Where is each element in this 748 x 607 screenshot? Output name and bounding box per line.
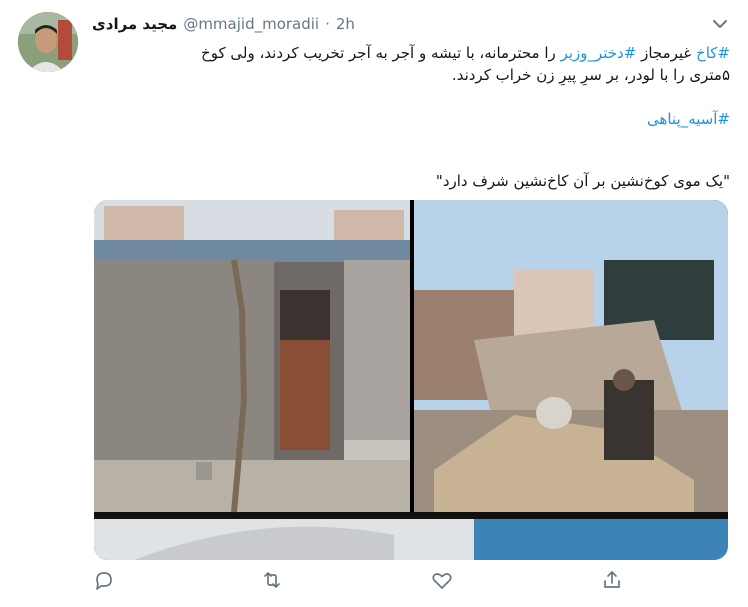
author-handle[interactable]: @mmajid_moradii — [183, 15, 319, 33]
reply-icon[interactable] — [92, 568, 116, 592]
photo-right[interactable] — [414, 200, 728, 512]
photo-left[interactable] — [94, 200, 410, 513]
retweet-icon[interactable] — [260, 568, 284, 592]
media-collage — [94, 200, 728, 560]
author-name[interactable]: مجید مرادی — [92, 15, 177, 33]
tweet-text-segment: را محترمانه، با تیشه و آجر به آجر تخریب … — [201, 44, 561, 62]
tweet-card[interactable]: مجید مرادی @mmajid_moradii · 2h #کاخ غیر… — [0, 0, 748, 607]
avatar[interactable] — [18, 12, 78, 72]
tweet-actions — [0, 568, 748, 596]
tweet-text-line-1: #کاخ غیرمجاز #دختر_وزیر را محترمانه، با … — [100, 42, 730, 64]
chevron-down-icon[interactable] — [708, 12, 732, 36]
hashtag-link[interactable]: #آسیه_پناهی — [100, 108, 730, 130]
photo-bottom[interactable] — [94, 516, 728, 560]
tweet-timestamp[interactable]: 2h — [336, 15, 355, 33]
tweet-quote-line: "یک موی کوخ‌نشین بر آن کاخ‌نشین شرف دارد… — [435, 172, 730, 190]
tweet-text-line-2: ۵متری را با لودر، بر سرِ پیرِ زن خراب کر… — [451, 66, 730, 84]
separator-dot: · — [325, 15, 330, 33]
tweet-header: مجید مرادی @mmajid_moradii · 2h — [92, 12, 355, 36]
hashtag-link[interactable]: #کاخ — [696, 44, 730, 62]
tweet-text-segment: غیرمجاز — [636, 44, 697, 62]
hashtag-link[interactable]: #دختر_وزیر — [561, 44, 637, 62]
tweet-media[interactable] — [94, 200, 728, 560]
share-icon[interactable] — [600, 568, 624, 592]
heart-icon[interactable] — [430, 568, 454, 592]
